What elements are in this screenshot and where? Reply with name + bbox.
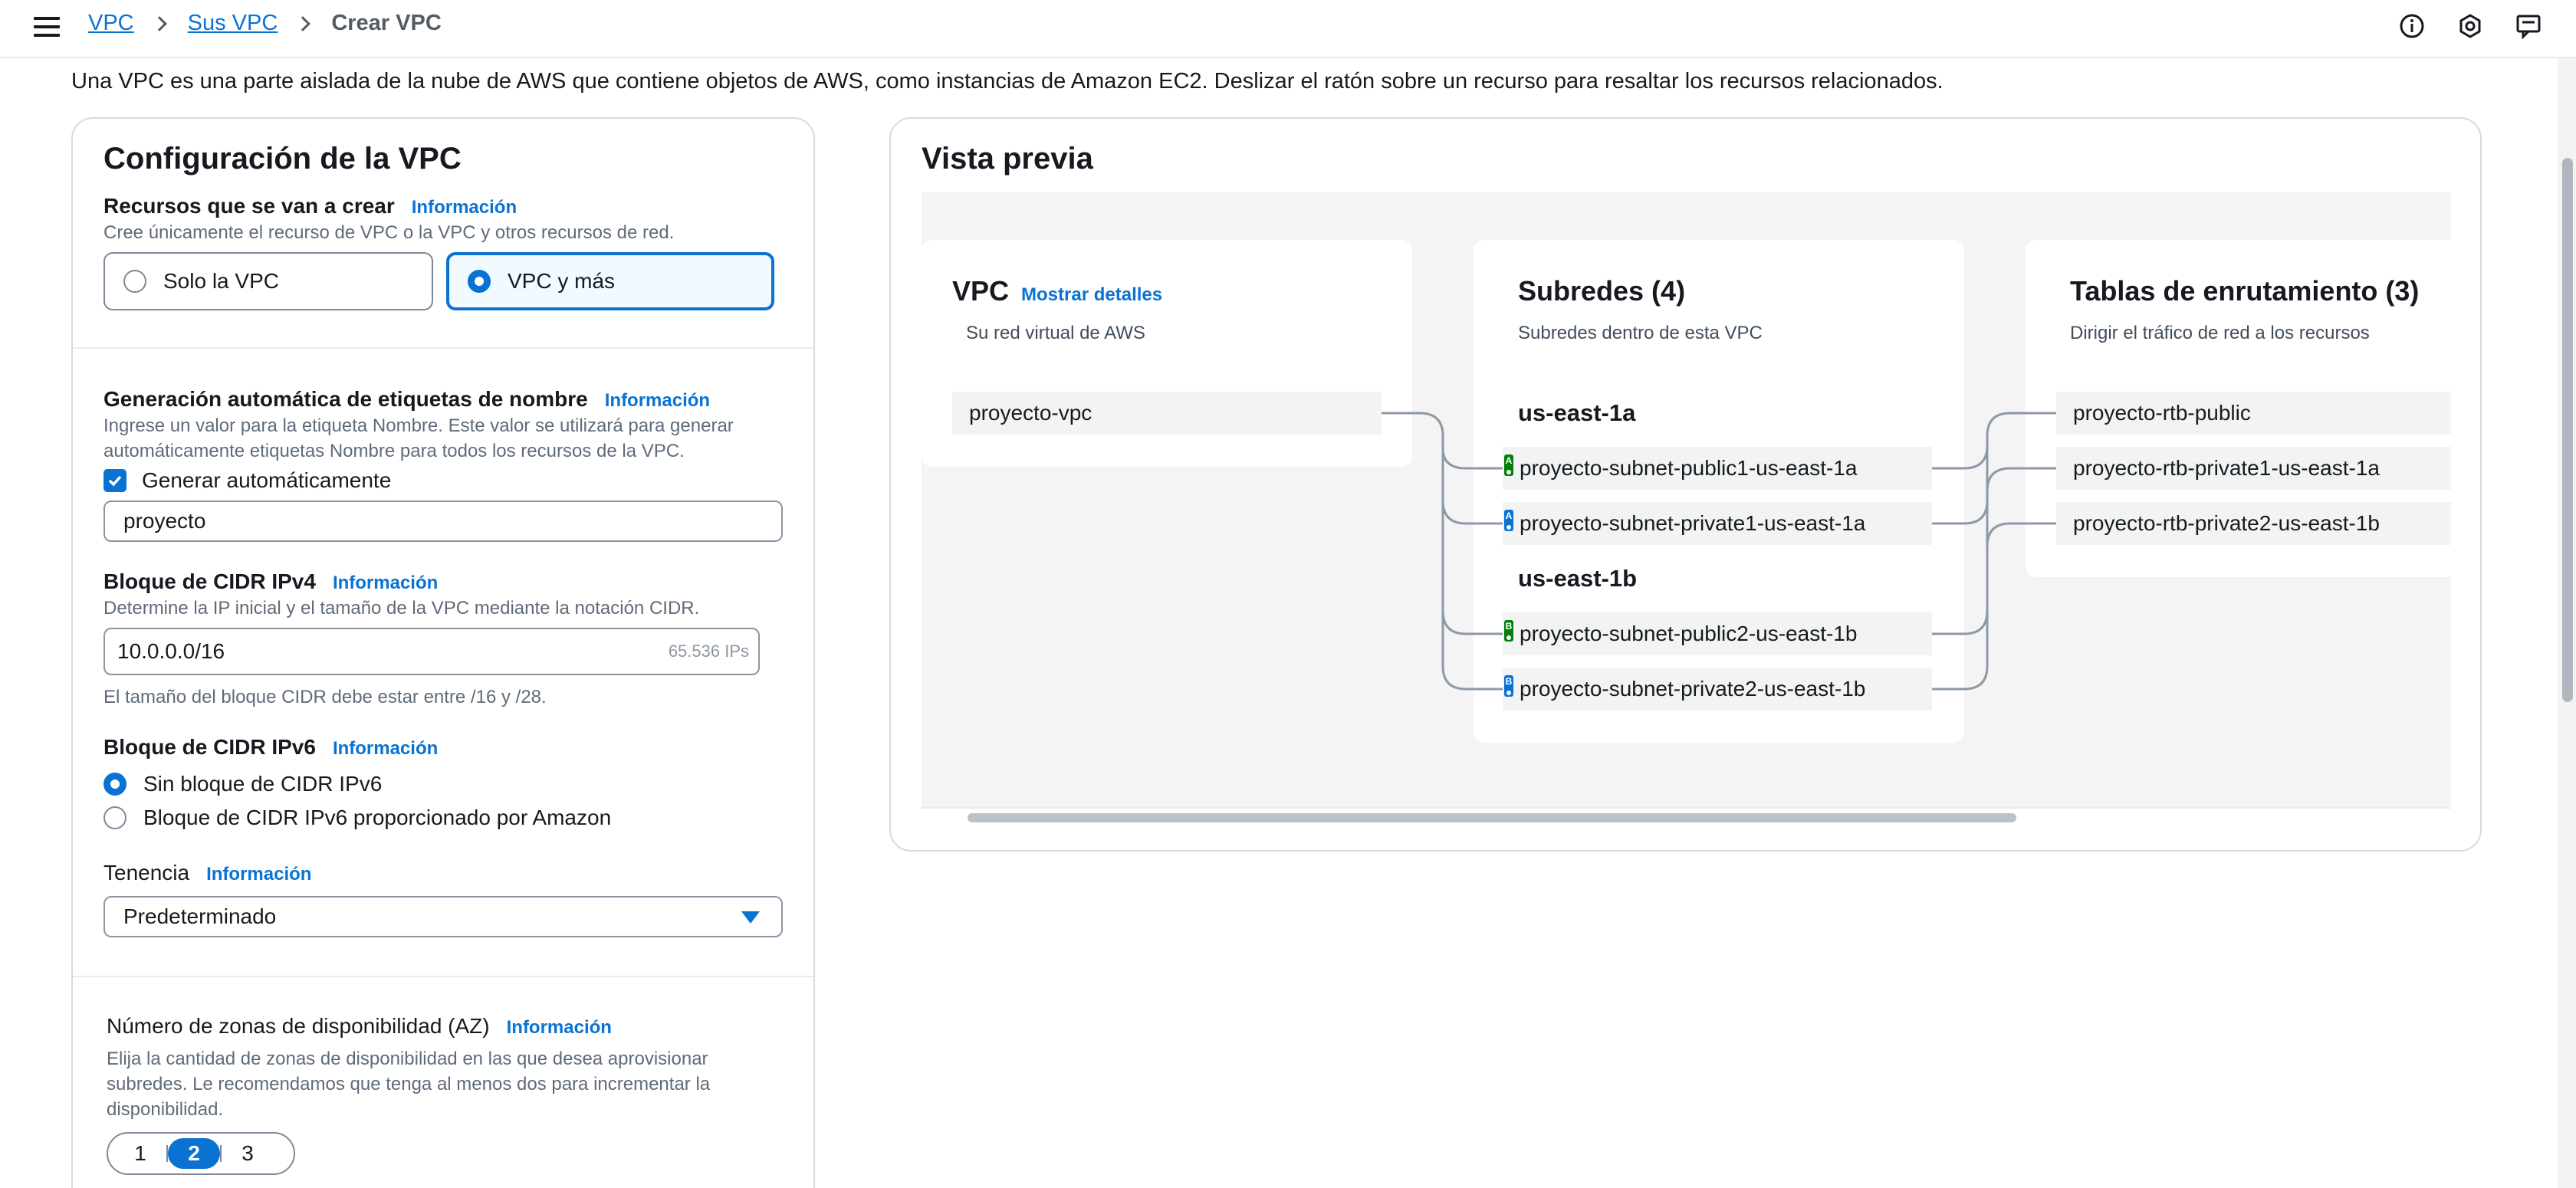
resources-label-text: Recursos que se van a crear xyxy=(104,194,395,218)
tenancy-select[interactable]: Predeterminado xyxy=(104,896,783,937)
name-tag-desc-line1: Ingrese un valor para la etiqueta Nombre… xyxy=(104,415,734,436)
option-vpc-only-label: Solo la VPC xyxy=(163,269,279,293)
ipv6-cidr-label: Bloque de CIDR IPv6 Información xyxy=(104,735,438,760)
option-vpc-and-more[interactable]: VPC y más xyxy=(446,252,774,310)
preview-canvas: VPC Mostrar detalles Su red virtual de AW… xyxy=(922,192,2451,807)
preview-scrollbar-thumb[interactable] xyxy=(968,813,2016,822)
settings-hex-icon[interactable] xyxy=(2456,12,2484,40)
az-count-segmented-control: 1 2 3 xyxy=(107,1132,295,1175)
az-desc-line3: disponibilidad. xyxy=(107,1099,224,1120)
tenancy-value: Predeterminado xyxy=(123,904,277,928)
az-option-3[interactable]: 3 xyxy=(222,1138,274,1169)
feedback-icon[interactable] xyxy=(2515,12,2542,40)
az-info-link[interactable]: Información xyxy=(507,1017,612,1038)
radio-ipv6-amazon[interactable] xyxy=(104,806,127,829)
option-vpc-and-more-label: VPC y más xyxy=(508,269,616,293)
ipv4-cidr-constraint: El tamaño del bloque CIDR debe estar ent… xyxy=(104,687,547,707)
ipv6-option-none-label: Sin bloque de CIDR IPv6 xyxy=(143,772,383,796)
breadcrumb-vpc[interactable]: VPC xyxy=(88,11,134,36)
connector-lines xyxy=(1382,412,2056,691)
vpc-config-panel: Configuración de la VPC Recursos que se … xyxy=(71,117,815,1188)
ipv6-option-amazon-label: Bloque de CIDR IPv6 proporcionado por Am… xyxy=(143,806,612,829)
ipv6-cidr-label-text: Bloque de CIDR IPv6 xyxy=(104,735,316,759)
ipv4-info-link[interactable]: Información xyxy=(333,573,438,593)
breadcrumb: VPC Sus VPC Crear VPC xyxy=(88,11,442,36)
divider xyxy=(73,347,813,349)
subnet-private1-to-rtb-private1 xyxy=(1932,467,2056,525)
page-root: VPC Sus VPC Crear VPC Una VPC es una par… xyxy=(0,0,2576,1188)
ipv6-info-link[interactable]: Información xyxy=(333,738,438,759)
intro-text: Una VPC es una parte aislada de la nube … xyxy=(71,69,1944,94)
preview-horizontal-scrollbar[interactable] xyxy=(922,807,2451,824)
ipv6-option-none[interactable]: Sin bloque de CIDR IPv6 xyxy=(104,772,382,796)
az-desc-line2: subredes. Le recomendamos que tenga al m… xyxy=(107,1074,711,1094)
az-count-desc: Elija la cantidad de zonas de disponibil… xyxy=(107,1046,710,1122)
ipv4-ip-count: 65.536 IPs xyxy=(668,642,749,661)
divider xyxy=(73,976,813,977)
option-vpc-only[interactable]: Solo la VPC xyxy=(104,252,433,310)
name-tag-label: Generación automática de etiquetas de no… xyxy=(104,387,710,412)
subnet-public2-to-rtb-public xyxy=(1932,445,1989,635)
az-count-label-text: Número de zonas de disponibilidad (AZ) xyxy=(107,1014,490,1038)
vpc-to-subnet-private1 xyxy=(1441,448,1503,525)
resources-label: Recursos que se van a crear Información xyxy=(104,194,517,218)
tenancy-label: Tenencia Información xyxy=(104,861,311,885)
az-desc-line1: Elija la cantidad de zonas de disponibil… xyxy=(107,1049,708,1069)
subnet-public1-to-rtb-public xyxy=(1932,412,2056,470)
ipv4-cidr-label: Bloque de CIDR IPv4 Información xyxy=(104,569,438,594)
tenancy-label-text: Tenencia xyxy=(104,861,190,884)
ipv4-cidr-value: 10.0.0.0/16 xyxy=(117,639,225,663)
name-tag-label-text: Generación automática de etiquetas de no… xyxy=(104,387,588,411)
breadcrumb-current: Crear VPC xyxy=(331,11,442,35)
top-icons xyxy=(2398,12,2542,40)
name-tag-desc: Ingrese un valor para la etiqueta Nombre… xyxy=(104,413,734,464)
name-tag-input[interactable]: proyecto xyxy=(104,500,783,542)
top-navigation-bar: VPC Sus VPC Crear VPC xyxy=(0,0,2576,58)
resources-info-link[interactable]: Información xyxy=(412,197,517,218)
vpc-to-subnet-private2 xyxy=(1441,611,1503,691)
ipv4-cidr-label-text: Bloque de CIDR IPv4 xyxy=(104,569,316,593)
page-scrollbar-thumb[interactable] xyxy=(2562,158,2573,702)
auto-generate-label: Generar automáticamente xyxy=(142,468,392,492)
resources-desc: Cree únicamente el recurso de VPC o la V… xyxy=(104,222,675,243)
az-count-label: Número de zonas de disponibilidad (AZ) In… xyxy=(107,1014,612,1039)
chevron-right-icon xyxy=(295,15,311,31)
breadcrumb-your-vpcs[interactable]: Sus VPC xyxy=(188,11,278,36)
name-tag-input-value: proyecto xyxy=(123,509,206,533)
auto-generate-checkbox-row[interactable]: Generar automáticamente xyxy=(104,468,391,493)
name-tag-desc-line2: automáticamente etiquetas Nombre para to… xyxy=(104,441,685,461)
menu-icon[interactable] xyxy=(34,17,60,40)
config-title: Configuración de la VPC xyxy=(104,142,462,176)
tenancy-info-link[interactable]: Información xyxy=(206,864,311,884)
subnet-private2-to-rtb-private2 xyxy=(1932,522,2056,691)
preview-title: Vista previa xyxy=(922,142,1093,176)
radio-vpc-only[interactable] xyxy=(123,270,146,293)
ipv4-cidr-input[interactable]: 10.0.0.0/16 65.536 IPs xyxy=(104,628,760,675)
checkmark-icon xyxy=(108,475,122,487)
az-option-2[interactable]: 2 xyxy=(168,1138,220,1169)
dropdown-caret-icon xyxy=(741,911,760,924)
auto-generate-checkbox[interactable] xyxy=(104,469,127,492)
ipv6-option-amazon[interactable]: Bloque de CIDR IPv6 proporcionado por Am… xyxy=(104,806,611,830)
page-scrollbar[interactable] xyxy=(2558,58,2576,1188)
az-option-1[interactable]: 1 xyxy=(114,1138,166,1169)
radio-ipv6-none[interactable] xyxy=(104,773,127,796)
preview-panel: Vista previa VPC Mostrar detalles Su red … xyxy=(889,117,2482,852)
radio-vpc-and-more[interactable] xyxy=(468,270,491,293)
ipv4-cidr-desc: Determine la IP inicial y el tamaño de l… xyxy=(104,598,700,619)
chevron-right-icon xyxy=(151,15,167,31)
name-tag-info-link[interactable]: Información xyxy=(605,390,710,411)
info-circle-icon[interactable] xyxy=(2398,12,2426,40)
